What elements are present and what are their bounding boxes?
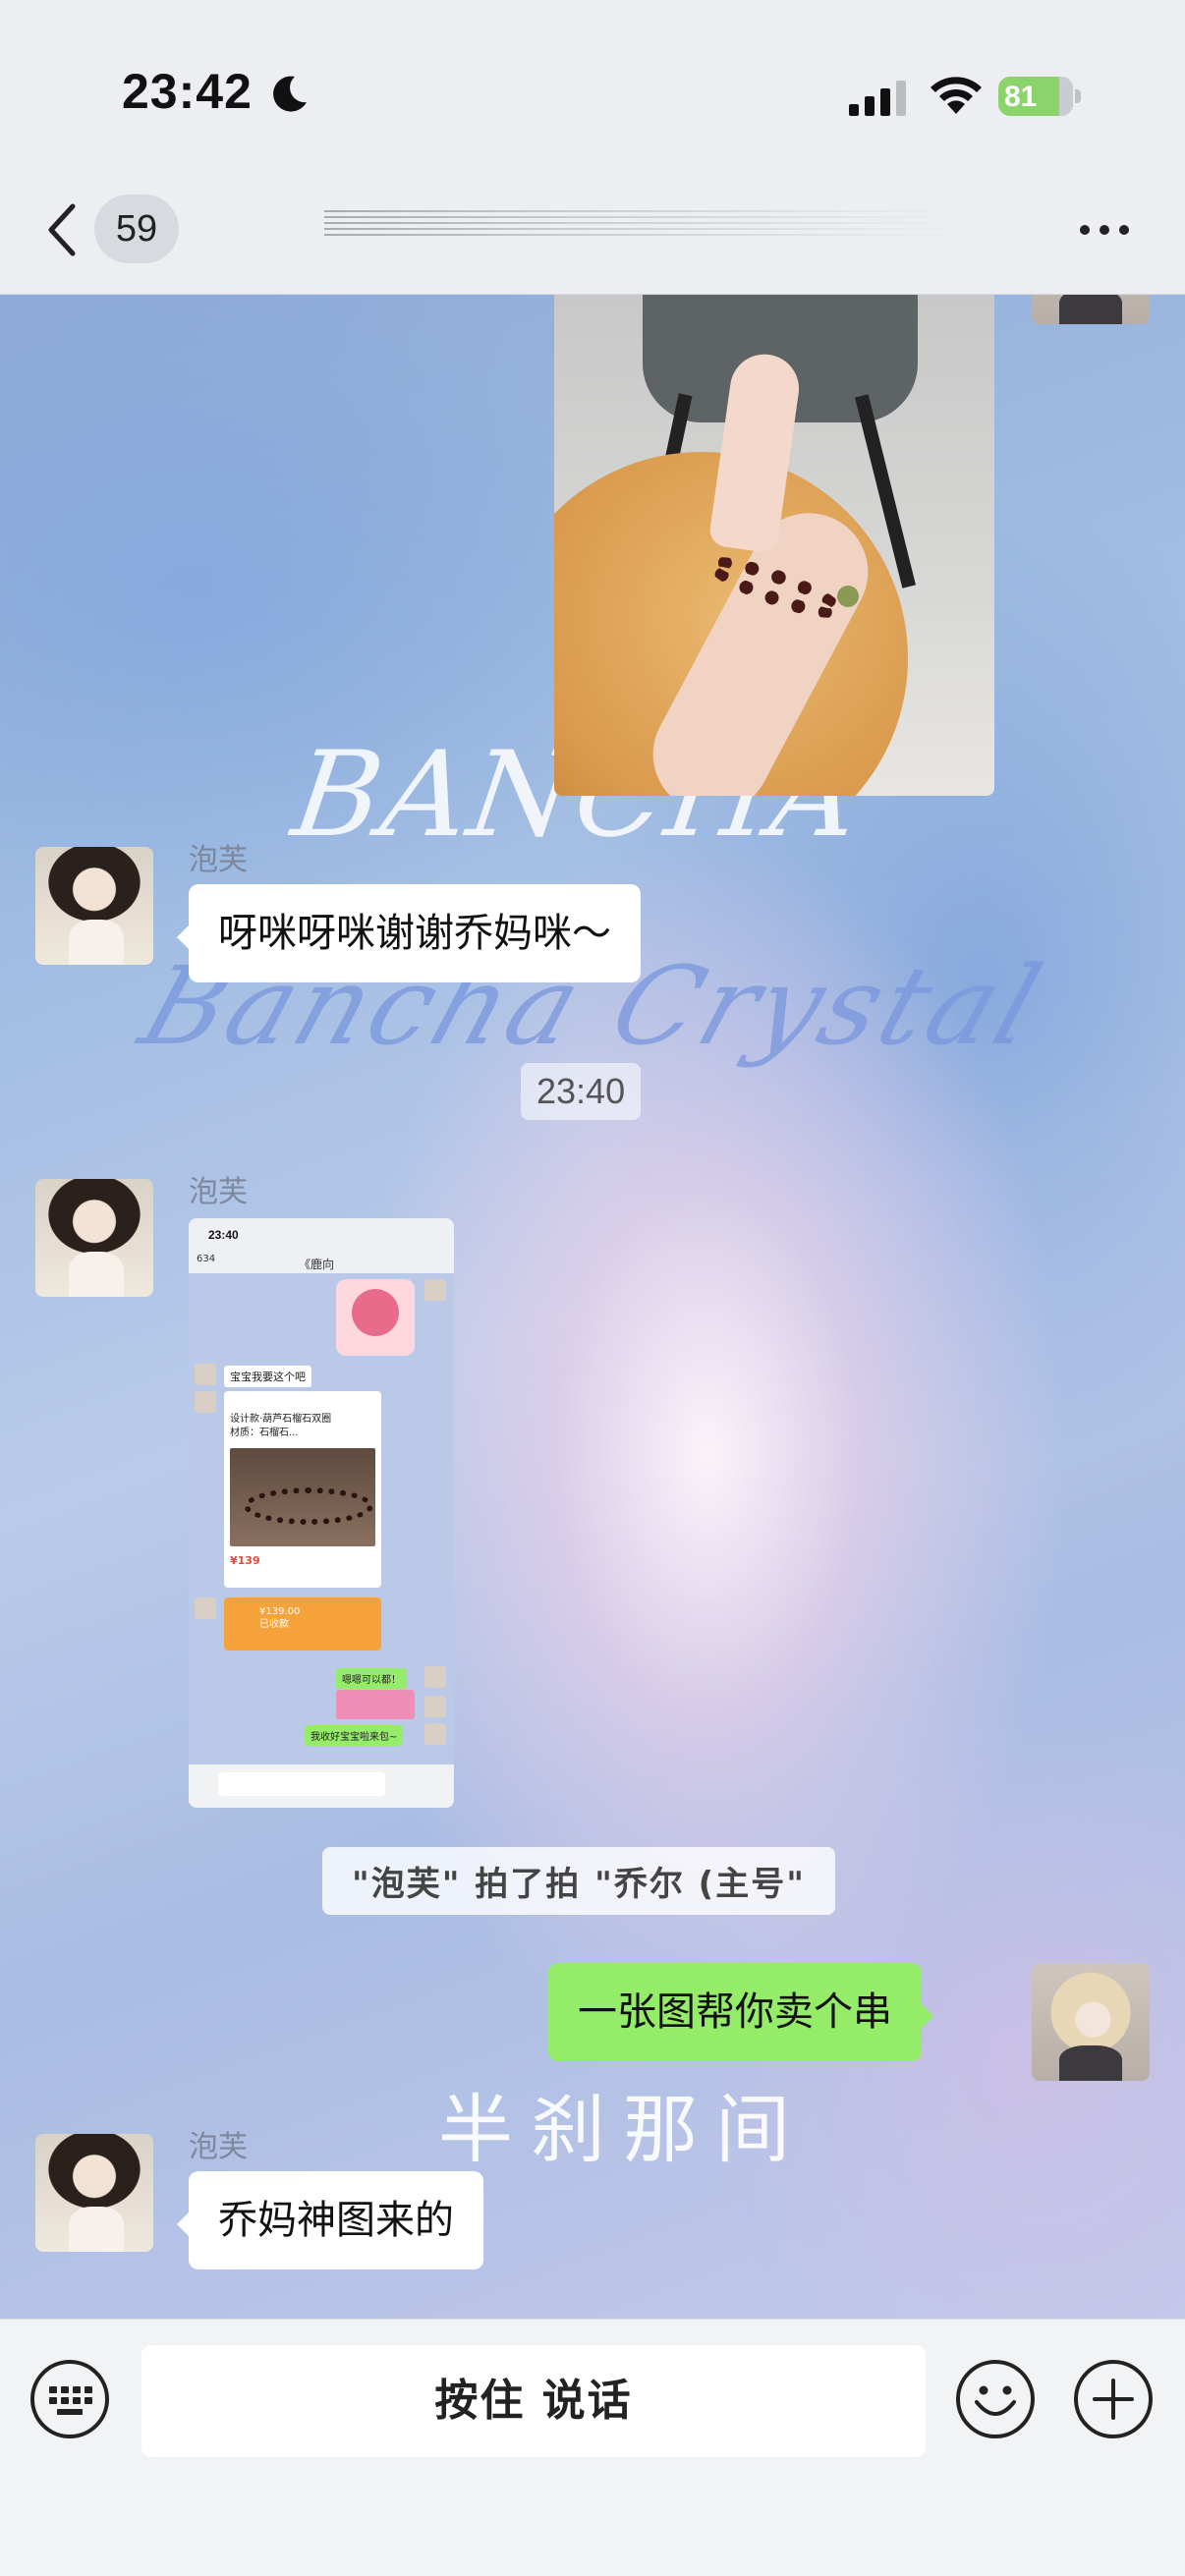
cellular-signal-icon: [849, 81, 906, 116]
sender-name: 泡芙: [189, 843, 248, 877]
battery-indicator: 81: [998, 77, 1081, 116]
watermark-chinese: 半刹那间: [438, 2086, 808, 2173]
screenshot-card-price: ¥139: [230, 1554, 260, 1567]
avatar-sender[interactable]: [35, 847, 153, 965]
screenshot-title: 《鹿向: [299, 1258, 335, 1271]
photo-message[interactable]: [554, 295, 994, 796]
chat-title-redacted: [324, 210, 953, 240]
screenshot-green-message: 我收好宝宝啦来包~: [305, 1725, 404, 1746]
plus-icon[interactable]: [1073, 2359, 1154, 2439]
message-bubble[interactable]: 乔妈神图来的: [177, 2171, 483, 2269]
avatar-sender[interactable]: [35, 1179, 153, 1297]
message-bubble[interactable]: 呀咪呀咪谢谢乔妈咪～: [177, 884, 641, 982]
unread-count-badge[interactable]: 59: [94, 195, 179, 263]
screenshot-back-count: 634: [197, 1254, 216, 1264]
status-time: 23:42: [122, 64, 253, 119]
screenshot-product-card: 设计款·葫芦石榴石双圈 材质：石榴石... ¥139: [224, 1391, 381, 1588]
avatar-me[interactable]: [1032, 1963, 1150, 2081]
chat-area[interactable]: BANCHA AL Bancha Crystal 半刹那间 泡芙 呀咪呀咪谢谢乔…: [0, 295, 1185, 2319]
screenshot-pay-text: ¥139.00 已收款: [259, 1606, 301, 1630]
screenshot-card-text: 设计款·葫芦石榴石双圈 材质：石榴石...: [230, 1414, 332, 1438]
screenshot-message: 宝宝我要这个吧: [224, 1366, 311, 1387]
screenshot-image-message[interactable]: 23:40 634 《鹿向 宝宝我要这个吧 设计款·葫芦石榴石双圈 材质：石榴石…: [189, 1218, 454, 1808]
keyboard-icon[interactable]: [29, 2359, 110, 2439]
top-bar: 23:42 81 59: [0, 0, 1185, 295]
back-chevron-icon[interactable]: [43, 202, 83, 257]
avatar-sender[interactable]: [35, 2134, 153, 2252]
wifi-icon: [931, 77, 982, 114]
moon-icon: [273, 76, 307, 112]
battery-percent: 81: [1004, 81, 1038, 113]
screenshot-green-message: 嗯嗯可以都！: [336, 1668, 407, 1689]
avatar-me-partial[interactable]: [1032, 295, 1150, 324]
screenshot-status-time: 23:40: [208, 1228, 239, 1242]
pat-system-notice: "泡芙" 拍了拍 "乔尔 (主号": [322, 1847, 835, 1915]
screenshot-sticker: [336, 1279, 415, 1356]
screenshot-pink-sticker: [336, 1690, 415, 1719]
input-bar: 按住 说话: [0, 2319, 1185, 2576]
sender-name: 泡芙: [189, 2130, 248, 2164]
time-divider: 23:40: [521, 1063, 642, 1120]
sender-name: 泡芙: [189, 1175, 248, 1209]
more-options-icon[interactable]: [1077, 220, 1132, 240]
message-bubble-mine[interactable]: 一张图帮你卖个串: [548, 1963, 933, 2061]
emoji-icon[interactable]: [955, 2359, 1036, 2439]
screenshot-payment: ¥139.00 已收款: [224, 1597, 381, 1651]
hold-to-talk-button[interactable]: 按住 说话: [141, 2345, 926, 2457]
battery-empty-segment: [1058, 77, 1073, 116]
